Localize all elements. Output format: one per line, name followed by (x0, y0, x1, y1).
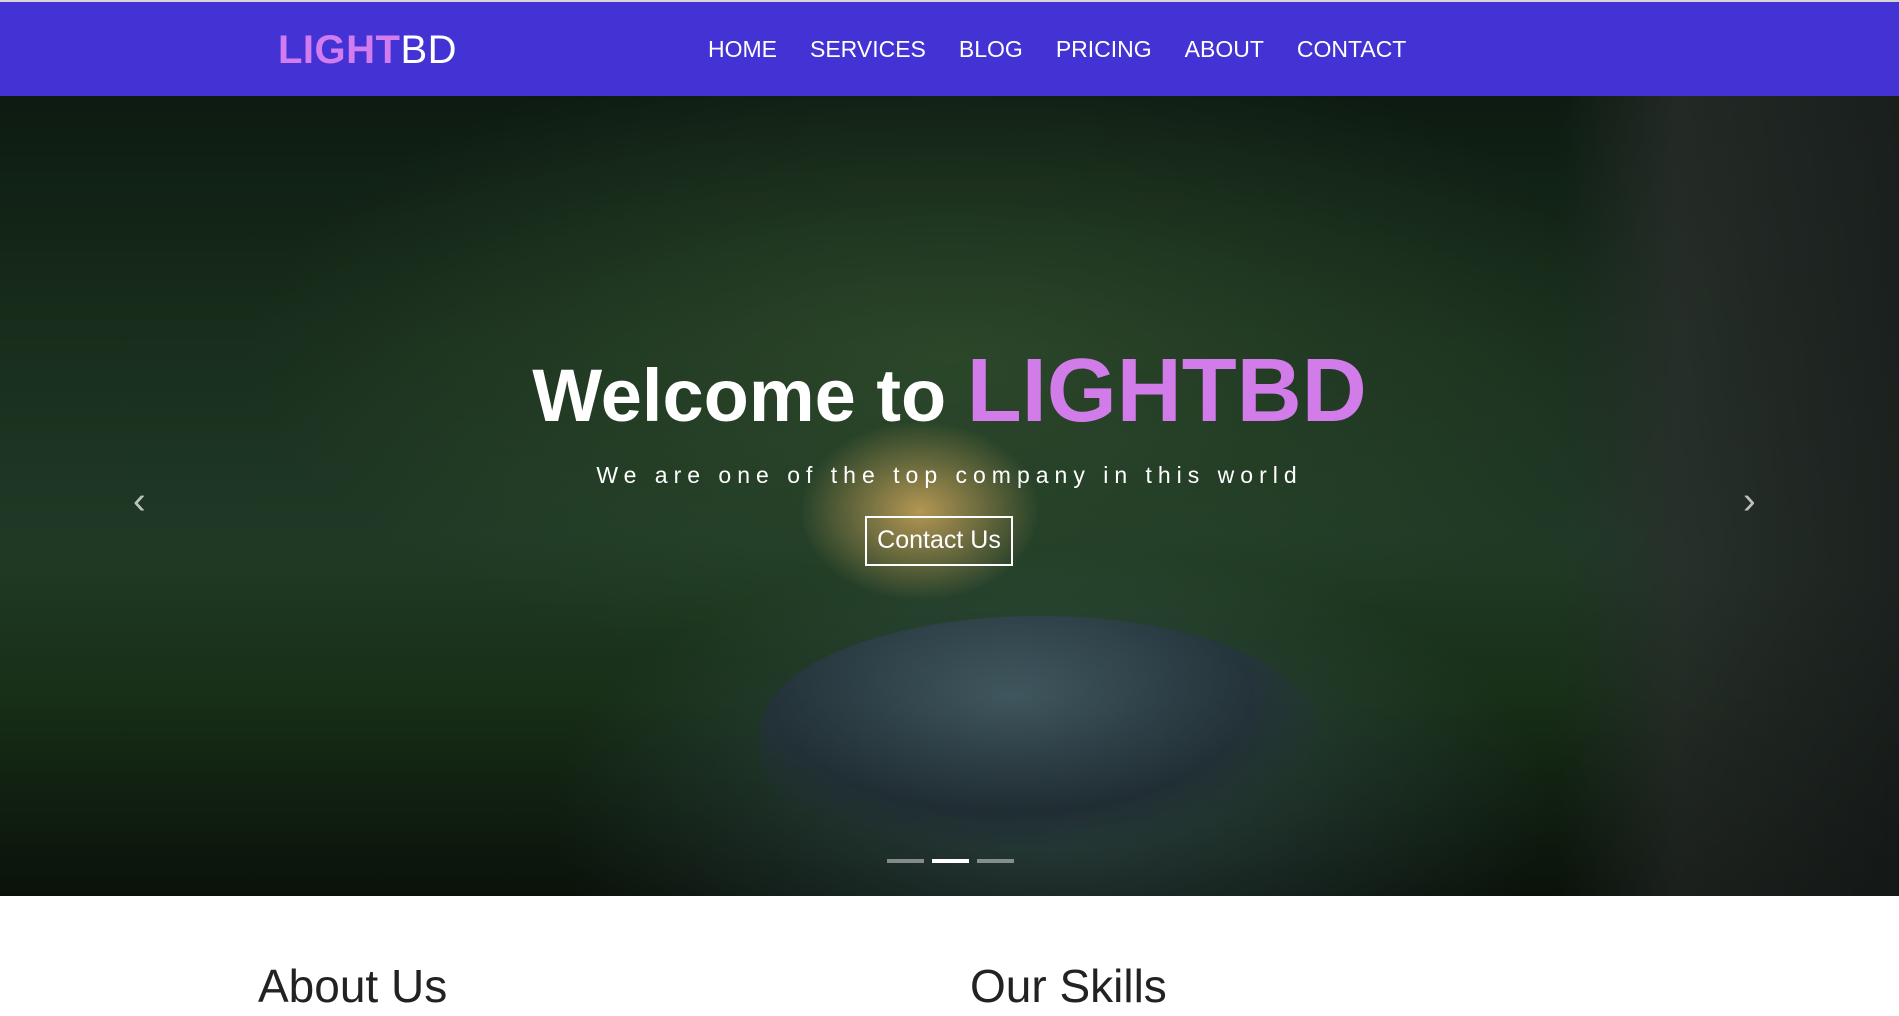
hero-overlay (0, 96, 1899, 896)
contact-us-button[interactable]: Contact Us (865, 516, 1013, 566)
carousel-indicator-2[interactable] (932, 859, 969, 863)
hero-subtitle: We are one of the top company in this wo… (596, 462, 1303, 488)
about-us-title: About Us (258, 960, 448, 1012)
brand-part-2: BD (400, 28, 458, 72)
brand-logo[interactable]: LIGHTBD (278, 24, 457, 76)
hero-title-prefix: Welcome to (532, 354, 947, 437)
nav-item-pricing[interactable]: PRICING (1056, 32, 1152, 66)
main-nav: HOME SERVICES BLOG PRICING ABOUT CONTACT (708, 32, 1406, 66)
carousel-indicator-1[interactable] (887, 859, 924, 863)
nav-item-home[interactable]: HOME (708, 32, 777, 66)
carousel-prev-button[interactable]: ‹ (133, 481, 146, 521)
navbar: LIGHTBD HOME SERVICES BLOG PRICING ABOUT… (0, 0, 1899, 96)
nav-item-blog[interactable]: BLOG (959, 32, 1023, 66)
chevron-left-icon: ‹ (133, 480, 146, 522)
brand-part-1: LIGHT (278, 28, 401, 72)
nav-item-contact[interactable]: CONTACT (1297, 32, 1406, 66)
content-area: About Us Our Skills (0, 896, 1899, 1012)
carousel-indicator-3[interactable] (977, 859, 1014, 863)
chevron-right-icon: › (1743, 480, 1756, 522)
nav-item-about[interactable]: ABOUT (1185, 32, 1264, 66)
nav-item-services[interactable]: SERVICES (810, 32, 926, 66)
hero-title-accent: LIGHTBD (966, 341, 1367, 441)
carousel-indicators (887, 859, 1014, 863)
hero-carousel: Welcome to LIGHTBD We are one of the top… (0, 96, 1899, 896)
hero-title: Welcome to LIGHTBD (0, 336, 1899, 451)
carousel-next-button[interactable]: › (1743, 481, 1756, 521)
our-skills-title: Our Skills (970, 960, 1167, 1012)
